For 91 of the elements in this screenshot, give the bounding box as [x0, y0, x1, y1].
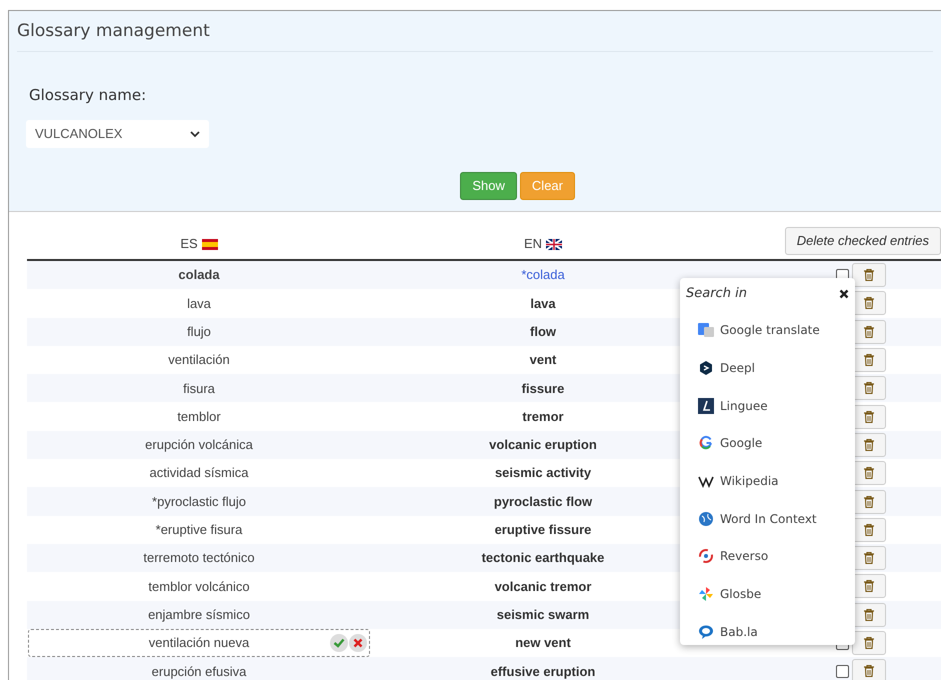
spanish-term: fisura: [183, 380, 215, 398]
delete-row-button[interactable]: [852, 432, 886, 457]
edit-field[interactable]: ventilación nueva: [28, 629, 370, 657]
delete-row-button[interactable]: [852, 490, 886, 514]
search-site-link[interactable]: Word In Context: [720, 510, 817, 528]
trash-icon: [864, 269, 874, 282]
spanish-term: erupción volcánica: [145, 436, 253, 454]
spanish-term: ventilación: [168, 351, 230, 370]
globe-icon: [698, 510, 714, 527]
delete-checked-button[interactable]: Delete checked entries: [784, 227, 941, 255]
column-header: ES: [180, 235, 198, 254]
close-icon[interactable]: [839, 288, 849, 299]
delete-row-button[interactable]: [852, 602, 886, 627]
english-term: flow: [530, 322, 556, 341]
search-site-link[interactable]: Glosbe: [720, 585, 762, 604]
english-term: pyroclastic flow: [494, 492, 592, 511]
glossary-select[interactable]: VULCANOLEX: [26, 120, 209, 148]
panel-title: Glossary management: [17, 11, 933, 52]
spanish-term: temblor: [177, 408, 221, 426]
spain-flag-icon: [202, 238, 218, 250]
search-site-link[interactable]: Linguee: [720, 396, 768, 415]
delete-row-button[interactable]: [852, 518, 886, 542]
spanish-term: colada: [178, 266, 220, 284]
check-icon[interactable]: [330, 634, 348, 652]
delete-row-button[interactable]: [852, 263, 886, 288]
trash-icon: [864, 467, 874, 480]
column-header: EN: [524, 235, 542, 254]
delete-row-button[interactable]: [852, 631, 886, 655]
delete-row-button[interactable]: [852, 659, 886, 680]
reverso-icon: [698, 548, 714, 564]
glossary-name-label: Glossary name:: [29, 84, 148, 106]
trash-icon: [864, 665, 874, 678]
hexagon-icon: [698, 360, 714, 376]
search-site-link[interactable]: Bab.la: [720, 622, 758, 641]
spanish-term: actividad sísmica: [150, 464, 248, 482]
spanish-term: terremoto tectónico: [143, 549, 255, 568]
trash-icon: [864, 410, 874, 423]
english-term: effusive eruption: [490, 662, 596, 680]
spanish-term: *pyroclastic flujo: [152, 492, 246, 511]
row-checkbox[interactable]: [836, 664, 849, 678]
delete-row-button[interactable]: [852, 574, 886, 598]
trash-icon: [864, 608, 874, 621]
spanish-term: lava: [187, 294, 211, 313]
speech-bubble-icon: [698, 624, 714, 640]
g-icon: [698, 435, 714, 452]
search-site-link[interactable]: Wikipedia: [720, 472, 779, 490]
spanish-term: enjambre sísmico: [148, 606, 250, 624]
delete-row-button[interactable]: [852, 320, 886, 344]
linguee-icon: [698, 398, 714, 414]
uk-flag-icon: [546, 238, 562, 250]
english-term: volcanic tremor: [494, 578, 592, 596]
trash-icon: [864, 354, 874, 366]
trash-icon: [864, 297, 874, 310]
trash-icon: [864, 637, 874, 649]
spanish-term: flujo: [187, 322, 211, 341]
delete-row-button[interactable]: [852, 404, 886, 429]
delete-row-button[interactable]: [852, 376, 886, 400]
trash-icon: [864, 524, 874, 536]
pinwheel-icon: [698, 586, 714, 602]
search-site-link[interactable]: Deepl: [720, 359, 755, 378]
delete-row-button[interactable]: [852, 291, 886, 316]
english-term: eruptive fissure: [494, 521, 592, 540]
cancel-icon[interactable]: [349, 634, 367, 652]
delete-row-button[interactable]: [852, 461, 886, 486]
trash-icon: [864, 326, 874, 338]
trash-icon: [864, 580, 874, 592]
english-term: tectonic earthquake: [482, 549, 604, 568]
trash-icon: [864, 552, 874, 564]
search-site-link[interactable]: Google: [720, 434, 762, 452]
english-term: seismic swarm: [496, 606, 590, 624]
english-term: new vent: [515, 634, 571, 652]
popup-title: Search in: [686, 285, 747, 303]
chevron-down-icon: [190, 130, 200, 138]
spanish-term: temblor volcánico: [148, 578, 250, 596]
english-term-link[interactable]: *colada: [521, 265, 565, 285]
translate-icon: [698, 322, 714, 338]
delete-row-button[interactable]: [852, 348, 886, 372]
english-term: lava: [530, 294, 556, 313]
english-term: volcanic eruption: [489, 436, 597, 454]
trash-icon: [864, 382, 874, 394]
english-term: seismic activity: [494, 464, 592, 482]
search-site-link[interactable]: Google translate: [720, 321, 820, 340]
spanish-term: *eruptive fisura: [156, 521, 242, 540]
english-term: vent: [530, 351, 556, 370]
english-term: fissure: [522, 380, 564, 398]
search-site-link[interactable]: Reverso: [720, 547, 768, 566]
spanish-term: erupción efusiva: [152, 662, 246, 680]
delete-row-button[interactable]: [852, 546, 886, 570]
trash-icon: [864, 496, 874, 508]
trash-icon: [864, 438, 874, 451]
english-term: tremor: [522, 408, 564, 426]
